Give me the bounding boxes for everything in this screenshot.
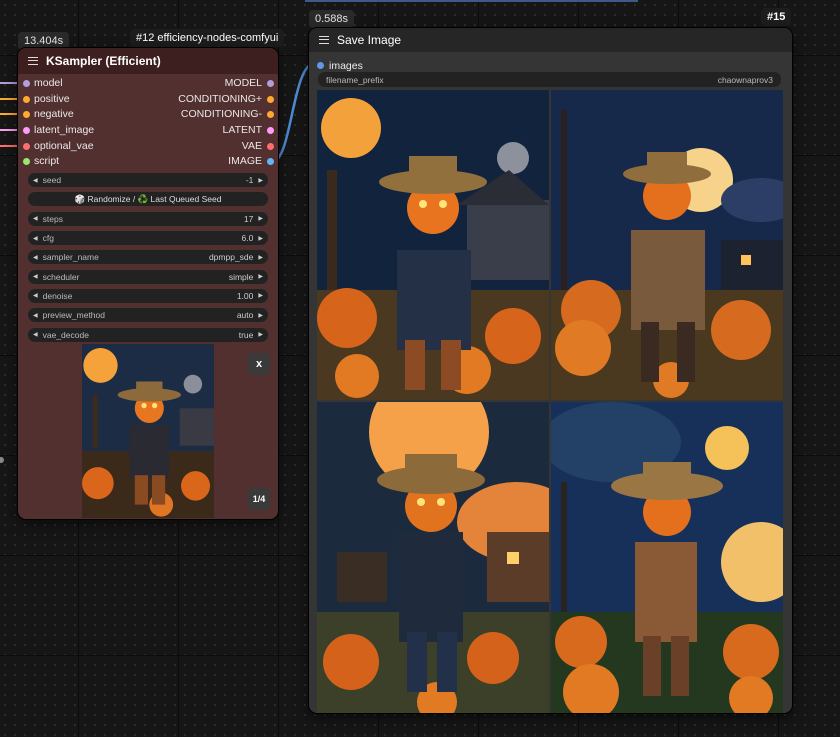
left-reroute-dot [0, 457, 4, 463]
increment-arrow-icon[interactable]: ▶ [258, 292, 263, 299]
output-image-3[interactable] [317, 402, 549, 713]
ksampler-widget-list: ◀ seed -1 ▶ 🎲 Randomize / ♻️ Last Queued See… [18, 173, 278, 342]
input-slot-dot[interactable] [23, 80, 30, 87]
output-slot-dot[interactable] [267, 95, 274, 103]
output-slot-dot[interactable] [267, 127, 274, 135]
output-label: CONDITIONING- [180, 108, 262, 121]
widget-label: sampler_name [42, 252, 99, 263]
increment-arrow-icon[interactable]: ▶ [258, 273, 263, 280]
ksampler-node-badge: #12 efficiency-nodes-comfyui [130, 29, 285, 47]
ksampler-node[interactable]: KSampler (Efficient) model MODEL positive C… [18, 48, 278, 519]
close-preview-button[interactable]: x [248, 353, 270, 375]
input-label: model [34, 77, 63, 89]
input-label: positive [34, 92, 70, 105]
widget-label: denoise [42, 290, 73, 301]
images-input-dot[interactable] [317, 62, 324, 69]
save-node-badge: #15 [761, 8, 792, 26]
save-title: Save Image [337, 33, 402, 47]
widget-value: 6.0 [241, 233, 254, 244]
widget-value: 1.00 [236, 290, 254, 301]
increment-arrow-icon[interactable]: ▶ [258, 331, 263, 338]
output-label: LATENT [222, 124, 262, 137]
widget-seed[interactable]: ◀ seed -1 ▶ [28, 173, 268, 188]
io-row-positive: positive CONDITIONING+ [18, 92, 278, 108]
output-label: VAE [241, 139, 262, 152]
scarecrow-image-3 [317, 402, 549, 713]
output-label: MODEL [224, 77, 262, 89]
widget-value: 17 [243, 213, 254, 224]
widget-label: vae_decode [42, 329, 89, 340]
filename-prefix-field[interactable]: filename_prefix chaownaprov3 [318, 72, 781, 87]
output-slot-dot[interactable] [267, 80, 274, 87]
widget-value: simple [228, 271, 254, 282]
widget-preview-method[interactable]: ◀ preview_method auto ▶ [28, 308, 268, 323]
ksampler-title-bar[interactable]: KSampler (Efficient) [18, 48, 278, 74]
input-label: optional_vae [34, 139, 94, 152]
randomize-seed-button[interactable]: 🎲 Randomize / ♻️ Last Queued Seed [28, 192, 268, 207]
images-input[interactable]: images [317, 60, 363, 72]
output-slot-dot[interactable] [267, 142, 274, 150]
io-row-negative: negative CONDITIONING- [18, 107, 278, 123]
widget-sampler-name[interactable]: ◀ sampler_name dpmpp_sde ▶ [28, 250, 268, 265]
scarecrow-image-4 [551, 402, 783, 713]
widget-label: steps [42, 213, 63, 224]
input-slot-dot[interactable] [23, 158, 30, 166]
output-image-grid [317, 90, 783, 713]
preview-scarecrow-image [82, 344, 214, 518]
output-image-4[interactable] [551, 402, 783, 713]
io-row-latent-image: latent_image LATENT [18, 123, 278, 139]
widget-value: auto [236, 310, 254, 321]
scarecrow-image-2 [551, 90, 783, 400]
widget-label: scheduler [42, 271, 80, 282]
ksampler-io-list: model MODEL positive CONDITIONING+ negative C… [18, 76, 278, 170]
ksampler-title: KSampler (Efficient) [46, 54, 161, 68]
widget-label: preview_method [42, 310, 105, 321]
input-slot-dot[interactable] [23, 142, 30, 150]
widget-scheduler[interactable]: ◀ scheduler simple ▶ [28, 269, 268, 284]
input-slot-dot[interactable] [23, 111, 30, 119]
output-slot-dot[interactable] [267, 158, 274, 166]
io-row-script: script IMAGE [18, 154, 278, 170]
io-row-model: model MODEL [18, 76, 278, 92]
increment-arrow-icon[interactable]: ▶ [258, 215, 263, 222]
widget-denoise[interactable]: ◀ denoise 1.00 ▶ [28, 288, 268, 303]
output-label: IMAGE [228, 155, 262, 168]
menu-icon[interactable] [319, 36, 329, 44]
menu-icon[interactable] [28, 57, 38, 65]
save-timing-badge: 0.588s [309, 10, 355, 28]
widget-value: dpmpp_sde [208, 252, 254, 263]
widget-value: true [238, 329, 254, 340]
latent-preview-image[interactable] [82, 344, 214, 518]
increment-arrow-icon[interactable]: ▶ [258, 254, 263, 261]
output-slot-dot[interactable] [267, 111, 274, 119]
widget-cfg[interactable]: ◀ cfg 6.0 ▶ [28, 231, 268, 246]
output-label: CONDITIONING+ [178, 92, 262, 105]
save-image-node[interactable]: Save Image images filename_prefix chaown… [309, 28, 792, 713]
widget-label: cfg [42, 233, 54, 244]
images-input-label: images [329, 60, 363, 72]
io-row-optional-vae: optional_vae VAE [18, 139, 278, 155]
increment-arrow-icon[interactable]: ▶ [258, 177, 263, 184]
input-label: negative [34, 108, 74, 121]
scarecrow-image-1 [317, 90, 549, 400]
increment-arrow-icon[interactable]: ▶ [258, 235, 263, 242]
input-label: latent_image [34, 124, 95, 137]
top-link-line [305, 0, 638, 2]
widget-vae-decode[interactable]: ◀ vae_decode true ▶ [28, 327, 268, 342]
increment-arrow-icon[interactable]: ▶ [258, 312, 263, 319]
output-image-1[interactable] [317, 90, 549, 400]
widget-label: seed [42, 175, 62, 186]
output-image-2[interactable] [551, 90, 783, 400]
widget-steps[interactable]: ◀ steps 17 ▶ [28, 211, 268, 226]
filename-prefix-value: chaownaprov3 [717, 74, 773, 85]
preview-page-button[interactable]: 1/4 [248, 488, 270, 510]
input-slot-dot[interactable] [23, 127, 30, 135]
save-title-bar[interactable]: Save Image [309, 28, 792, 52]
input-slot-dot[interactable] [23, 95, 30, 103]
widget-value: -1 [245, 175, 254, 186]
filename-prefix-label: filename_prefix [326, 74, 384, 85]
input-label: script [34, 155, 60, 168]
